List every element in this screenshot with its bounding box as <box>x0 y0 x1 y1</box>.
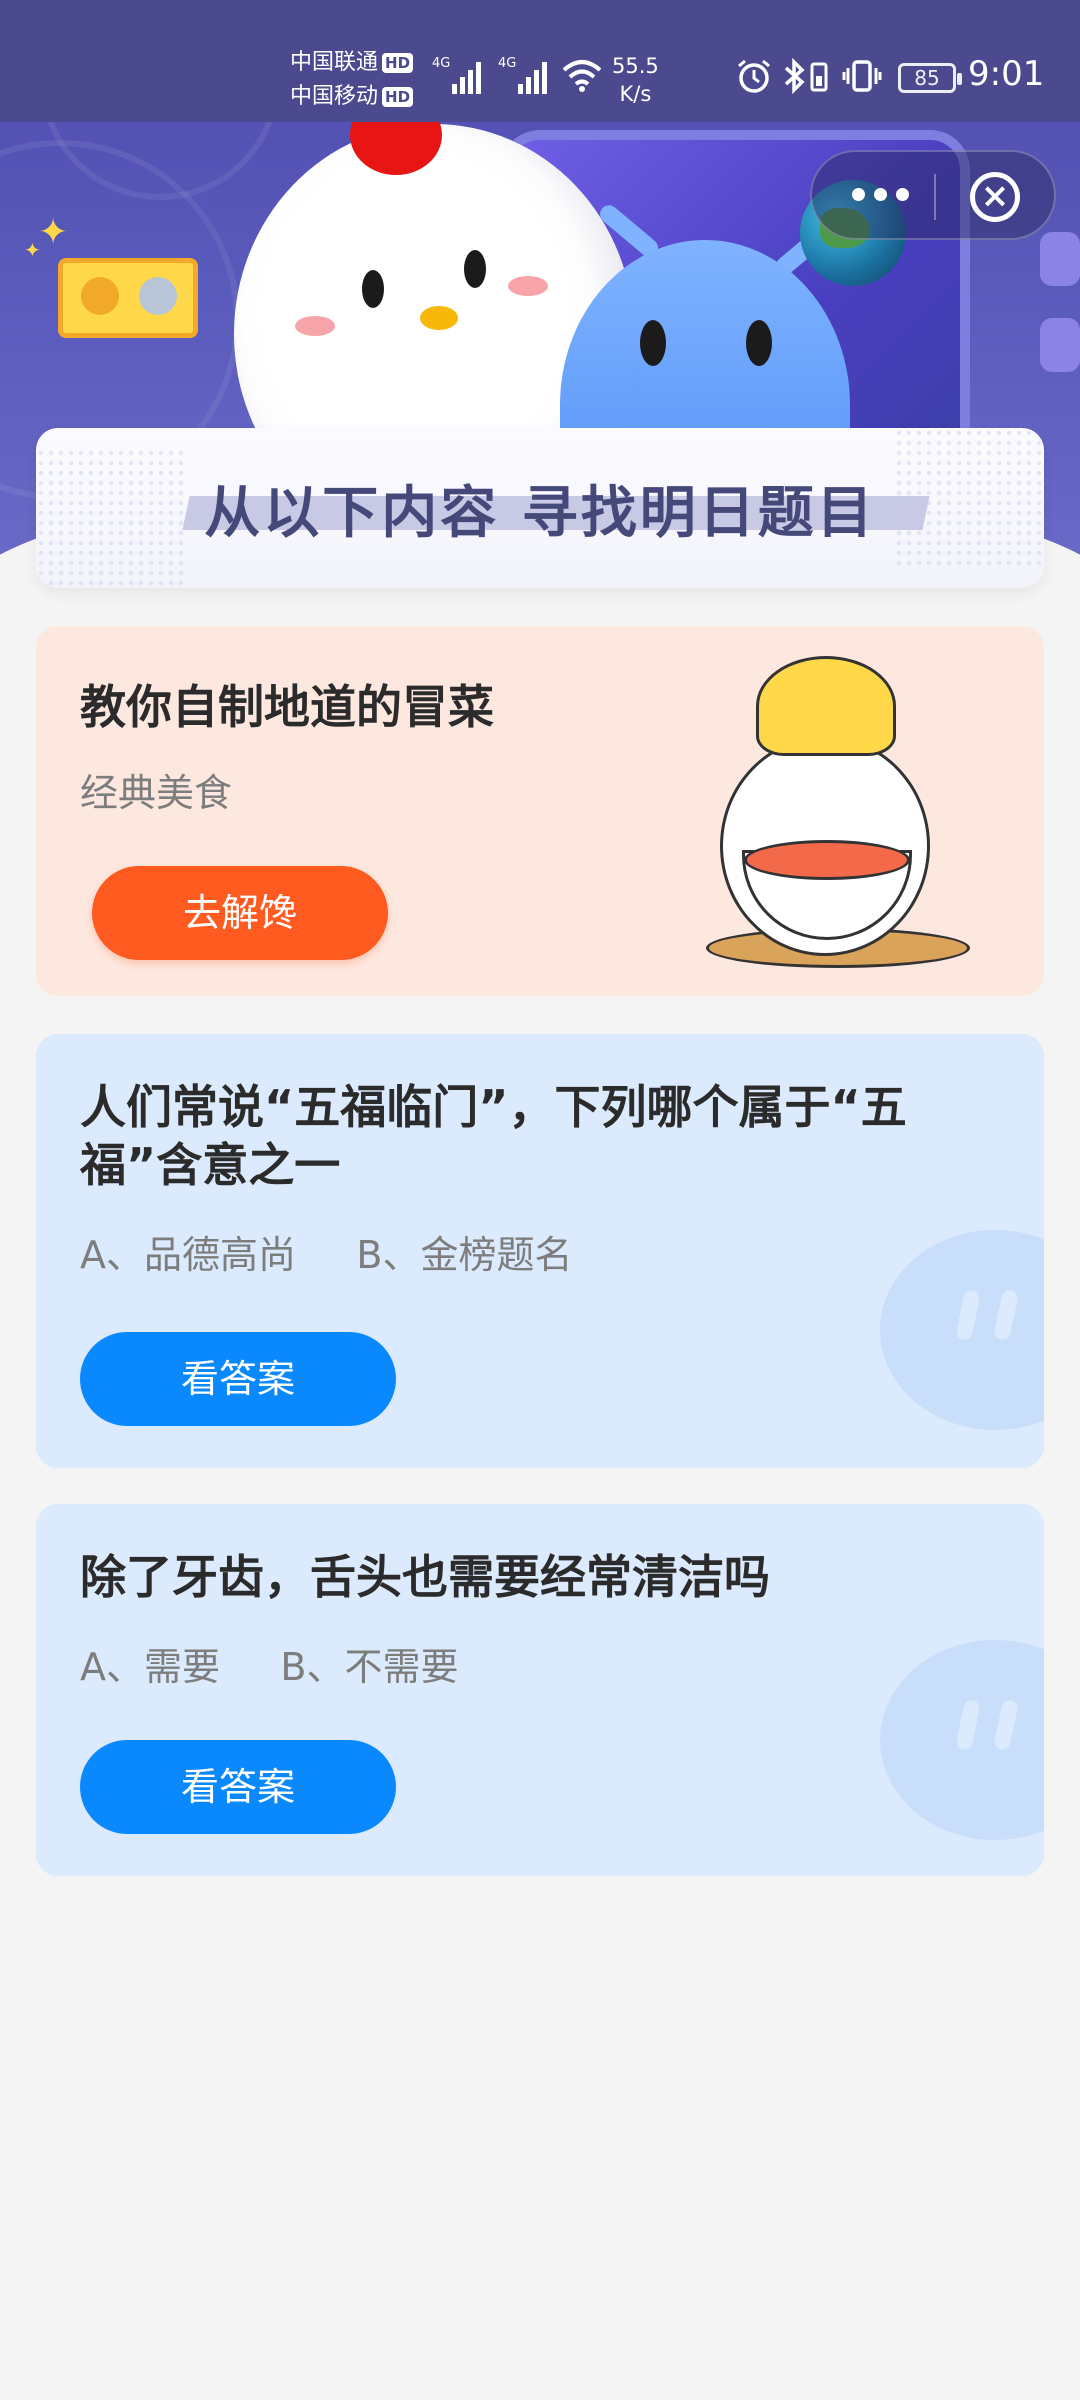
go-eat-button[interactable]: 去解馋 <box>92 866 388 960</box>
quiz-options: A、品德高尚 B、金榜题名 <box>80 1233 573 1277</box>
food-card-subtitle: 经典美食 <box>80 771 233 815</box>
alien-eye <box>640 320 666 366</box>
network-type-2: 4G <box>498 56 517 71</box>
hd-badge: HD <box>382 53 414 73</box>
speed-value: 55.5 <box>612 54 659 78</box>
decor-tab <box>1040 232 1080 286</box>
alarm-icon <box>738 59 770 93</box>
status-bar: 中国联通 HD 中国移动 HD 4G 4G 55.5 K/s 85 9:01 <box>0 0 1080 122</box>
chef-mascot <box>686 636 986 976</box>
quiz-card: 除了牙齿，舌头也需要经常清洁吗 A、需要 B、不需要 看答案 <box>36 1504 1044 1876</box>
silver-medal-icon <box>139 277 177 315</box>
view-answer-button[interactable]: 看答案 <box>80 1740 396 1834</box>
wifi-icon <box>562 60 602 92</box>
chick-cheek <box>508 276 548 296</box>
chick-beak <box>420 306 458 330</box>
battery-indicator: 85 <box>898 63 962 93</box>
quiz-card: 人们常说“五福临门”，下列哪个属于“五福”含意之一 A、品德高尚 B、金榜题名 … <box>36 1034 1044 1468</box>
carrier-1: 中国联通 <box>290 50 379 75</box>
signal-icon <box>452 58 481 94</box>
close-icon[interactable]: × <box>970 172 1020 222</box>
chat-bubble-icon <box>880 1640 1044 1840</box>
carrier-2: 中国移动 <box>290 84 379 109</box>
quiz-options: A、需要 B、不需要 <box>80 1645 459 1689</box>
chick-eye <box>464 250 486 288</box>
alien-eye <box>746 320 772 366</box>
decor-tab <box>1040 318 1080 372</box>
banner-title: 从以下内容 寻找明日题目 <box>204 481 876 546</box>
network-type-1: 4G <box>432 56 451 71</box>
find-question-banner: 从以下内容 寻找明日题目 <box>36 428 1044 588</box>
medal-board <box>58 258 198 338</box>
quiz-question: 人们常说“五福临门”，下列哪个属于“五福”含意之一 <box>80 1080 907 1192</box>
signal-icon <box>518 58 547 94</box>
sparkle-icon: ✦ <box>24 238 41 262</box>
chick-eye <box>362 270 384 308</box>
battery-saver-icon <box>810 62 828 92</box>
vibrate-icon <box>842 60 882 92</box>
more-icon[interactable] <box>852 188 909 201</box>
gold-medal-icon <box>81 277 119 315</box>
bluetooth-icon <box>784 58 805 94</box>
clock: 9:01 <box>968 54 1045 94</box>
chick-cheek <box>295 316 335 336</box>
capsule-divider <box>934 174 936 220</box>
miniprogram-capsule: × <box>810 150 1056 240</box>
food-card[interactable]: 教你自制地道的冒菜 经典美食 去解馋 <box>36 626 1044 996</box>
chat-bubble-icon <box>880 1230 1044 1430</box>
sparkle-icon: ✦ <box>38 212 69 253</box>
hd-badge: HD <box>382 87 414 107</box>
chef-hat-icon <box>756 656 896 756</box>
speed-unit: K/s <box>619 82 652 106</box>
view-answer-button[interactable]: 看答案 <box>80 1332 396 1426</box>
network-speed: 55.5 K/s <box>612 52 659 108</box>
quiz-question: 除了牙齿，舌头也需要经常清洁吗 <box>80 1550 770 1604</box>
soup-icon <box>744 840 910 880</box>
carrier-info: 中国联通 HD 中国移动 HD <box>290 46 414 114</box>
food-card-title: 教你自制地道的冒菜 <box>80 680 494 734</box>
